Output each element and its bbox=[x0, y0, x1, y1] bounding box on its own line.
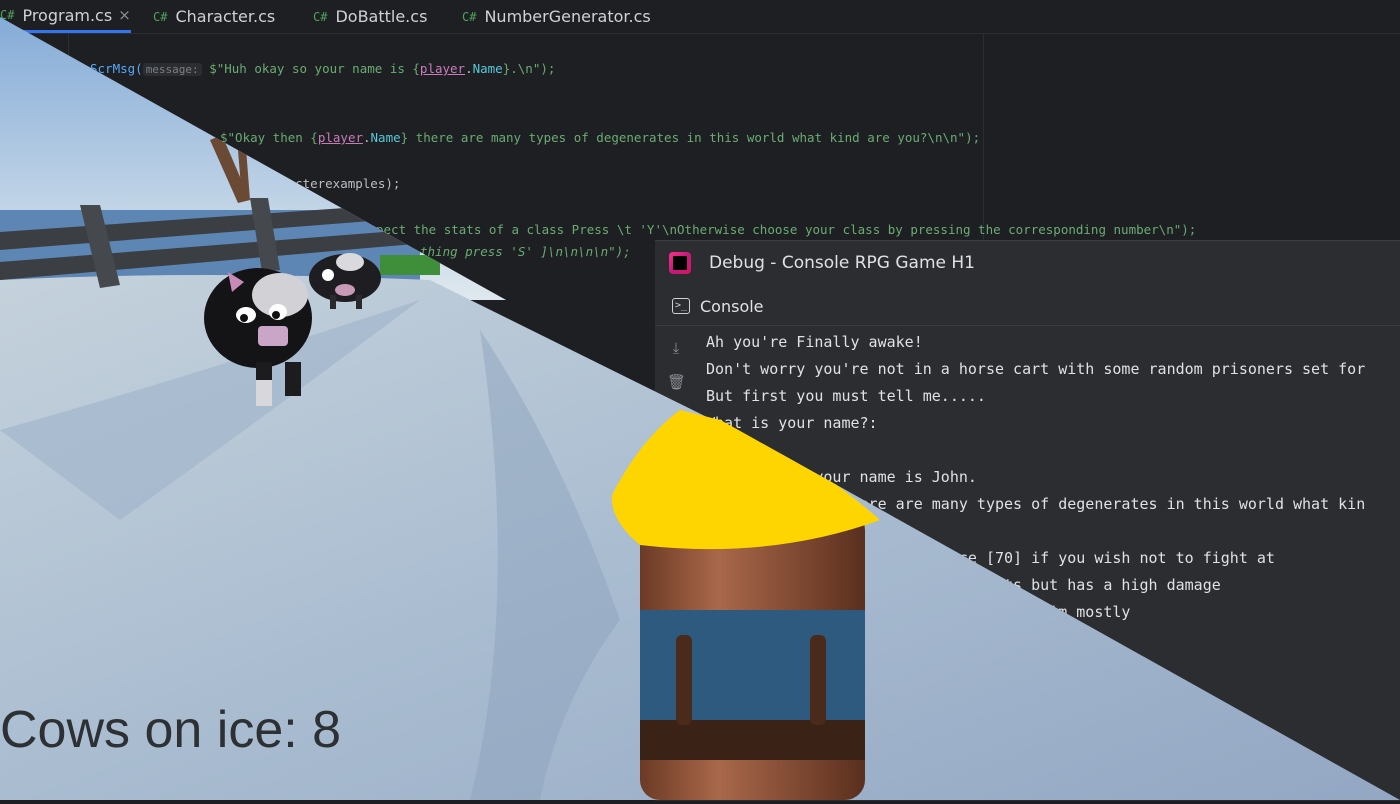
console-tab-label: Console bbox=[700, 296, 764, 316]
trash-icon[interactable]: 🗑 bbox=[667, 373, 686, 391]
tab-label: NumberGenerator.cs bbox=[484, 7, 651, 26]
code-token: Name bbox=[472, 61, 503, 76]
code-token: Name bbox=[370, 130, 401, 145]
code-line[interactable]: thing press 'S' ]\n\n\n\n"); bbox=[420, 244, 631, 259]
code-line[interactable]: $"Okay then {player.Name} there are many… bbox=[220, 130, 980, 145]
console-line: Ah you're Finally awake! bbox=[706, 333, 923, 351]
csharp-file-icon: C# bbox=[462, 9, 477, 24]
console-line: What is your name?: bbox=[706, 414, 878, 432]
code-token: player bbox=[317, 130, 363, 145]
editor-tab-bar: C# Program.cs × C# Character.cs C# DoBat… bbox=[0, 0, 1400, 34]
rider-logo-icon bbox=[669, 252, 691, 274]
csharp-file-icon: C# bbox=[153, 9, 168, 24]
code-token: . bbox=[465, 61, 473, 76]
tab-label: Character.cs bbox=[175, 7, 276, 26]
code-token: $"Huh okay so your name is { bbox=[201, 61, 420, 76]
code-token: . bbox=[363, 130, 371, 145]
parameter-hint: message: bbox=[142, 63, 202, 76]
code-line[interactable]: pect the stats of a class Press \t 'Y'\n… bbox=[376, 222, 1196, 237]
debug-title: Debug - Console RPG Game H1 bbox=[709, 253, 975, 273]
console-line: But first you must tell me..... bbox=[706, 387, 986, 405]
close-icon[interactable]: × bbox=[118, 6, 131, 24]
csharp-file-icon: C# bbox=[313, 9, 328, 24]
tab-character-cs[interactable]: C# Character.cs bbox=[153, 0, 275, 33]
terminal-icon: >_ bbox=[672, 298, 690, 314]
tab-label: DoBattle.cs bbox=[335, 7, 428, 26]
code-token: } there are many types of degenerates in… bbox=[400, 130, 981, 145]
tab-console[interactable]: >_ Console bbox=[655, 287, 1400, 326]
scroll-to-end-icon[interactable]: ⤓ bbox=[667, 339, 685, 357]
tab-numbergenerator-cs[interactable]: C# NumberGenerator.cs bbox=[462, 0, 651, 33]
code-token: $"Okay then { bbox=[220, 130, 318, 145]
tab-label: Program.cs bbox=[22, 5, 113, 25]
code-line[interactable]: ScrMsg(message: $"Huh okay so your name … bbox=[90, 61, 555, 76]
code-token: player bbox=[419, 61, 466, 76]
tab-dobattle-cs[interactable]: C# DoBattle.cs bbox=[313, 0, 427, 33]
score-counter: Cows on ice: 8 bbox=[0, 701, 342, 759]
code-token: }.\n"); bbox=[502, 61, 556, 76]
console-line: Don't worry you're not in a horse cart w… bbox=[706, 360, 1366, 378]
debug-header: Debug - Console RPG Game H1 bbox=[655, 241, 1400, 285]
